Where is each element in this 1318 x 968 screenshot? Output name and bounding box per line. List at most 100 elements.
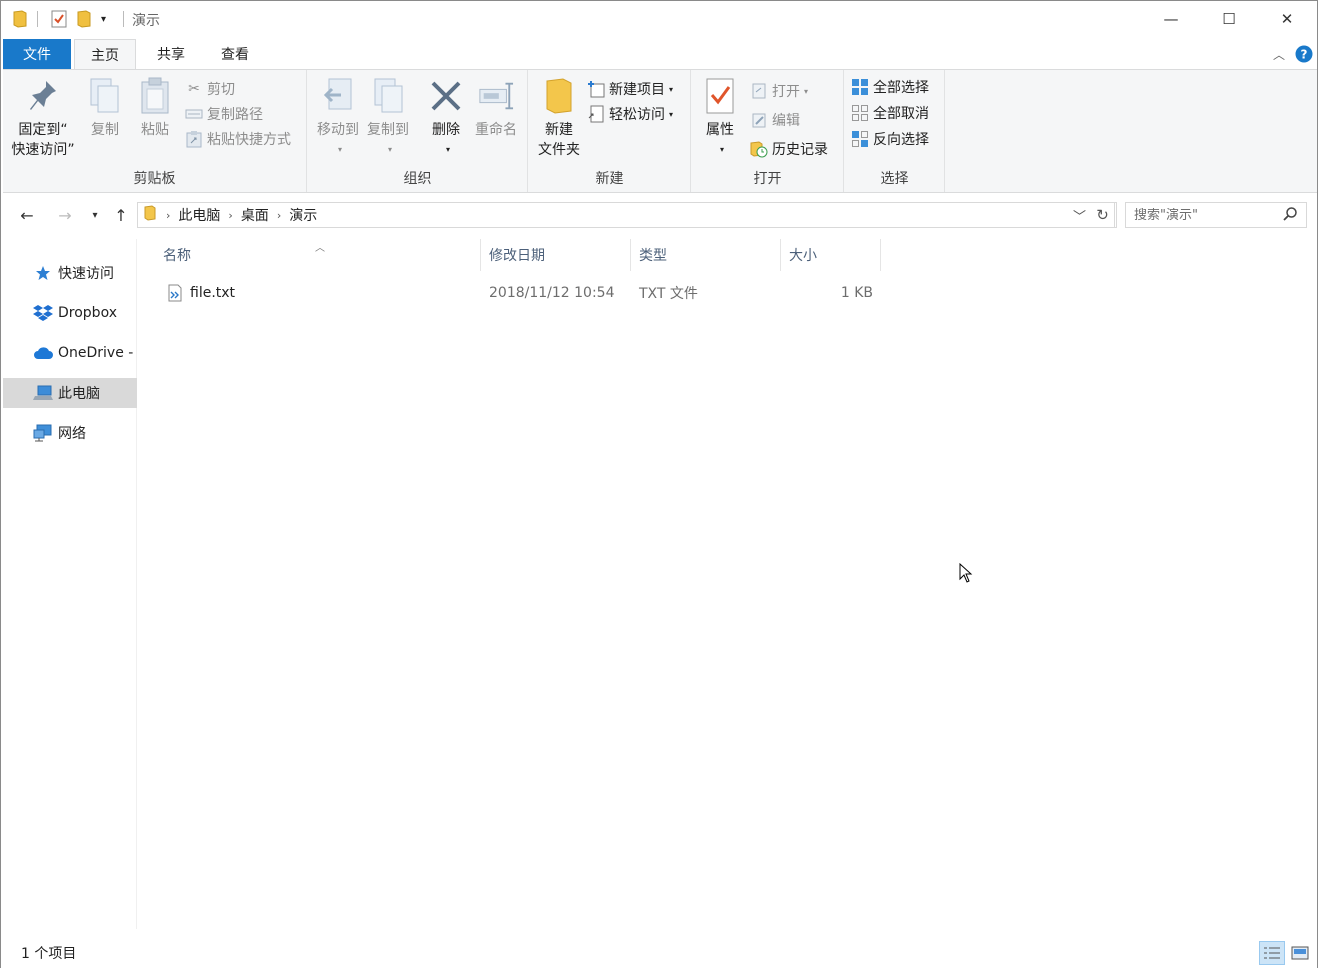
text-file-icon [167,279,183,307]
breadcrumb-demo[interactable]: 演示 [289,205,317,225]
edit-pencil-icon [750,111,768,129]
properties-button[interactable]: 属性 ▾ [698,76,742,160]
chevron-right-icon[interactable]: › [277,209,281,222]
chevron-right-icon[interactable]: › [228,209,232,222]
breadcrumb-desktop[interactable]: 桌面 [241,205,269,225]
select-none-icon [851,104,869,122]
delete-x-icon [428,76,464,116]
move-to-button[interactable]: 移动到 ▾ [314,76,362,160]
paste-shortcut-button[interactable]: 粘贴快捷方式 [185,128,291,150]
paste-button[interactable]: 粘贴 [135,76,175,140]
tab-home[interactable]: 主页 [74,39,136,70]
file-name: file.txt [190,285,236,301]
cloud-icon [33,344,53,362]
select-none-button[interactable]: 全部取消 [851,102,929,124]
search-box [1125,202,1307,228]
invert-selection-button[interactable]: 反向选择 [851,128,929,150]
column-header-name[interactable]: 名称 [155,239,481,271]
easy-access-button[interactable]: 轻松访问 ▾ [587,103,673,125]
back-arrow-icon[interactable]: ← [15,203,39,227]
star-icon [33,264,53,282]
recent-locations-chevron-icon[interactable]: ▾ [83,203,107,227]
new-folder-button[interactable]: 新建 文件夹 [533,76,585,160]
file-list: ︿ 名称 修改日期 类型 大小 file.txt 2018/11/12 10:5… [139,239,1317,929]
open-group-label: 打开 [753,171,782,187]
open-icon [750,82,768,100]
scissors-icon: ✂ [188,81,200,97]
up-arrow-icon[interactable]: ↑ [109,203,133,227]
minimize-button[interactable]: — [1141,1,1201,37]
paste-shortcut-icon [185,130,203,148]
file-type: TXT 文件 [639,286,698,302]
help-icon[interactable]: ? [1293,39,1315,69]
network-icon [33,424,53,442]
cut-button[interactable]: ✂ 剪切 [185,78,235,100]
nav-item-network[interactable]: 网络 [3,418,137,448]
nav-item-dropbox[interactable]: Dropbox [3,298,137,328]
tab-view[interactable]: 查看 [205,39,265,69]
nav-item-onedrive[interactable]: OneDrive - [3,338,137,368]
clipboard-group: 固定到“ 快速访问” 复制 粘贴 ✂ 剪切 复制路径 粘贴快捷方式 剪贴板 [3,70,307,192]
details-view-icon[interactable] [1259,941,1285,965]
tab-share[interactable]: 共享 [141,39,201,69]
column-header-size[interactable]: 大小 [781,239,881,271]
chevron-right-icon[interactable]: › [166,209,170,222]
new-item-button[interactable]: 新建项目 ▾ [587,78,673,100]
address-bar[interactable]: › 此电脑 › 桌面 › 演示 ﹀ [137,202,1117,228]
maximize-button[interactable]: ☐ [1199,1,1259,37]
file-modified: 2018/11/12 10:54 [489,285,615,301]
folder-icon [13,9,27,29]
select-all-button[interactable]: 全部选择 [851,76,929,98]
collapse-ribbon-icon[interactable]: ︿ [1267,39,1291,69]
open-button[interactable]: 打开 ▾ [750,80,808,102]
edit-button[interactable]: 编辑 [750,109,800,131]
status-bar: 1 个项目 [21,946,77,962]
ribbon: 固定到“ 快速访问” 复制 粘贴 ✂ 剪切 复制路径 粘贴快捷方式 剪贴板 移动… [3,69,1317,193]
close-button[interactable]: ✕ [1257,1,1317,37]
select-group: 全部选择 全部取消 反向选择 选择 [845,70,945,192]
navigation-bar: ← → ▾ ↑ › 此电脑 › 桌面 › 演示 ﹀ ↻ [3,197,1317,233]
file-size: 1 KB [840,285,873,301]
history-button[interactable]: 历史记录 [750,138,828,160]
copy-to-icon [370,76,406,116]
history-icon [750,140,768,158]
forward-arrow-icon[interactable]: → [53,203,77,227]
explorer-window: ▾ 演示 — ☐ ✕ 文件 主页 共享 查看 ︿ ? 固定到“ 快速访问” 复制… [0,0,1318,968]
search-icon[interactable] [1282,206,1298,226]
copy-button[interactable]: 复制 [85,76,125,140]
svg-text:?: ? [1301,48,1308,62]
rename-button[interactable]: 重命名 [470,76,522,140]
address-dropdown-chevron-icon[interactable]: ﹀ [1073,206,1086,225]
copy-path-button[interactable]: 复制路径 [185,103,263,125]
nav-item-this-pc[interactable]: 此电脑 [3,378,137,408]
clipboard-group-label: 剪贴板 [133,171,176,187]
title-bar: ▾ 演示 — ☐ ✕ [1,1,1317,37]
dropbox-icon [33,304,53,322]
new-folder-quick-icon[interactable] [77,9,91,29]
customize-quick-access-icon[interactable]: ▾ [101,9,106,29]
delete-button[interactable]: 删除 ▾ [424,76,468,160]
properties-check-icon [702,76,738,116]
easy-access-icon [587,105,605,123]
table-row[interactable]: file.txt 2018/11/12 10:54 TXT 文件 1 KB [157,279,877,307]
properties-quick-icon[interactable] [51,9,67,29]
copy-icon [87,76,123,116]
path-icon [185,105,203,123]
large-icons-view-icon[interactable] [1287,941,1313,965]
open-group: 属性 ▾ 打开 ▾ 编辑 历史记录 打开 [692,70,844,192]
column-header-type[interactable]: 类型 [631,239,781,271]
nav-item-quick-access[interactable]: 快速访问 [3,258,137,288]
new-folder-icon [541,76,577,116]
copy-to-button[interactable]: 复制到 ▾ [364,76,412,160]
refresh-icon[interactable]: ↻ [1091,202,1115,228]
new-group-label: 新建 [595,171,624,187]
select-all-icon [851,78,869,96]
search-input[interactable] [1134,207,1274,223]
new-group: 新建 文件夹 新建项目 ▾ 轻松访问 ▾ 新建 [529,70,691,192]
breadcrumb-this-pc[interactable]: 此电脑 [178,205,220,225]
pin-quick-access-button[interactable]: 固定到“ 快速访问” [9,76,77,160]
ribbon-tabs: 文件 主页 共享 查看 ︿ ? [1,39,1317,70]
tab-file[interactable]: 文件 [3,39,71,69]
organize-group-label: 组织 [403,171,432,187]
column-header-modified[interactable]: 修改日期 [481,239,631,271]
